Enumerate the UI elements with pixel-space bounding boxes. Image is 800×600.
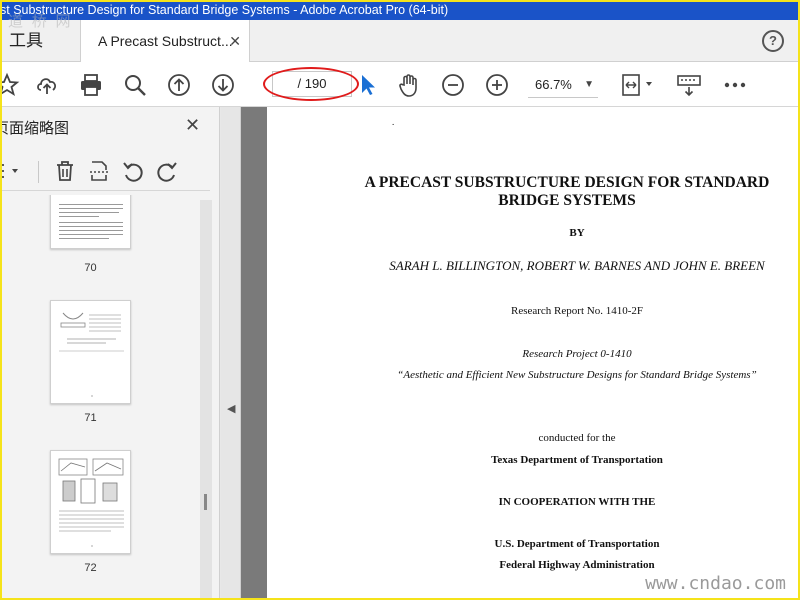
zoom-select[interactable]: 66.7% ▼	[528, 72, 598, 98]
thumbnail-list: 70 71 72	[0, 195, 200, 600]
tab-bar: 工具 A Precast Substruct... ✕ ?	[0, 20, 800, 63]
document-txdot: Texas Department of Transportation	[491, 454, 663, 466]
search-icon[interactable]	[122, 72, 148, 98]
extract-page-icon[interactable]	[87, 159, 111, 183]
fit-page-icon[interactable]	[620, 72, 656, 98]
close-icon[interactable]: ✕	[229, 20, 241, 62]
thumbnail-options-icon[interactable]	[0, 159, 18, 183]
document-cooperation: IN COOPERATION WITH THE	[498, 496, 656, 508]
upload-icon[interactable]	[34, 72, 60, 98]
more-icon[interactable]	[722, 72, 748, 98]
document-conducted: conducted for the	[538, 432, 616, 444]
bookmark-star-icon[interactable]	[0, 72, 20, 98]
rotate-left-icon[interactable]	[121, 159, 145, 183]
select-cursor-icon[interactable]	[356, 72, 382, 98]
panel-splitter[interactable]: ◀	[221, 107, 241, 600]
thumbnail-page-number: 71	[84, 412, 97, 424]
zoom-out-icon[interactable]	[440, 72, 466, 98]
rotate-right-icon[interactable]	[155, 159, 179, 183]
toolbar-divider	[38, 161, 39, 183]
page-thumbnail[interactable]	[50, 450, 131, 554]
document-project: Research Project 0-1410	[522, 348, 632, 360]
panel-resize-handle[interactable]	[204, 494, 207, 510]
help-icon[interactable]: ?	[762, 30, 784, 52]
panel-toolbar	[0, 153, 210, 191]
document-by: BY	[569, 227, 585, 239]
zoom-in-icon[interactable]	[484, 72, 510, 98]
document-usdot: U.S. Department of Transportation	[494, 538, 660, 550]
panel-scrollbar[interactable]	[200, 200, 212, 600]
watermark-logo-top: 道 桥 网	[8, 12, 73, 30]
document-authors: SARAH L. BILLINGTON, ROBERT W. BARNES AN…	[389, 258, 765, 273]
chevron-down-icon: ▼	[584, 79, 594, 90]
document-title: A PRECAST SUBSTRUCTURE DESIGN FOR STANDA…	[347, 174, 787, 210]
document-title-line1: A PRECAST SUBSTRUCTURE DESIGN FOR STANDA…	[364, 174, 770, 191]
thumbnail-panel: 页面缩略图 ✕ 70 71 72	[0, 107, 220, 600]
page-thumbnail[interactable]	[50, 300, 131, 404]
zoom-value: 66.7%	[535, 77, 572, 92]
keyboard-icon[interactable]	[676, 72, 702, 98]
collapse-panel-icon[interactable]: ◀	[227, 402, 235, 415]
window-title-bar: st Substructure Design for Standard Brid…	[0, 0, 800, 20]
highlight-oval	[263, 67, 359, 101]
document-report-number: Research Report No. 1410-2F	[511, 305, 643, 317]
prev-page-icon[interactable]	[166, 72, 192, 98]
document-fhwa: Federal Highway Administration	[499, 559, 655, 571]
delete-icon[interactable]	[53, 159, 77, 183]
print-icon[interactable]	[78, 72, 104, 98]
panel-title: 页面缩略图	[0, 120, 70, 137]
page-thumbnail[interactable]	[50, 195, 131, 249]
hand-tool-icon[interactable]	[396, 72, 422, 98]
tab-document-label: A Precast Substruct...	[98, 33, 233, 49]
toolbar: / 190 66.7% ▼	[0, 62, 800, 107]
document-project-title: “Aesthetic and Efficient New Substructur…	[397, 369, 757, 381]
next-page-icon[interactable]	[210, 72, 236, 98]
panel-close-icon[interactable]: ✕	[185, 115, 200, 136]
document-title-line2: BRIDGE SYSTEMS	[498, 192, 636, 209]
watermark-logo-bottom: www.cndao.com	[645, 573, 786, 594]
thumbnail-page-number: 72	[84, 562, 97, 574]
page-mark: .	[392, 117, 395, 127]
pdf-page: . A PRECAST SUBSTRUCTURE DESIGN FOR STAN…	[267, 107, 800, 600]
tab-document[interactable]: A Precast Substruct... ✕	[80, 20, 250, 63]
thumbnail-page-number: 70	[84, 262, 97, 274]
